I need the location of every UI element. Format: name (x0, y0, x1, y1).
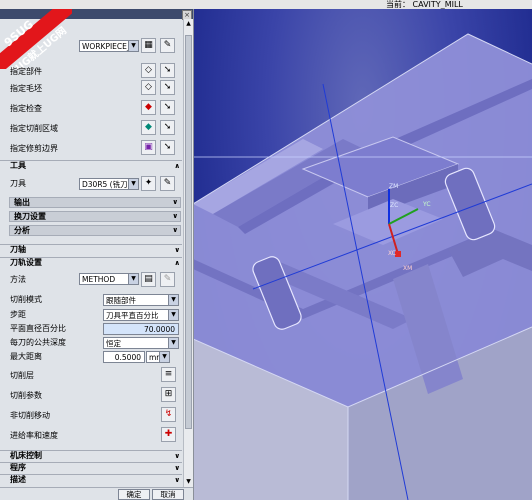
specify-trim-boundary-label: 指定修剪边界 (10, 144, 58, 153)
new-tool-icon[interactable]: ✦ (141, 176, 156, 191)
max-distance-label: 最大距离 (10, 352, 42, 361)
cancel-button[interactable]: 取消 (152, 489, 184, 500)
cut-pattern-select[interactable]: 跟随部件 ▼ (103, 294, 179, 306)
non-cutting-moves-icon[interactable]: ↯ (161, 407, 176, 422)
tool-axis-group-header[interactable]: 刀轴 ∨ (0, 244, 182, 254)
display-trim-boundary-icon[interactable]: ➘ (160, 140, 175, 155)
specify-part-label: 指定部件 (10, 67, 42, 76)
path-settings-group-header[interactable]: 刀轨设置 ∧ (0, 257, 182, 267)
new-geometry-icon[interactable]: ▦ (141, 38, 156, 53)
common-depth-label: 每刀的公共深度 (10, 338, 66, 347)
scroll-down-arrow-icon[interactable]: ▼ (184, 477, 193, 487)
tool-label: 刀具 (10, 179, 26, 188)
specify-check-label: 指定检查 (10, 104, 42, 113)
workpiece-select[interactable]: WORKPIECE_1 ▼ (79, 40, 139, 52)
edit-geometry-icon[interactable]: ✎ (160, 38, 175, 53)
description-group-header[interactable]: 描述 ∨ (0, 474, 182, 484)
dialog-scrollbar[interactable]: ▲ ▼ (183, 19, 193, 487)
max-distance-unit-select[interactable]: mm ▼ (146, 351, 170, 363)
axis-label-xm: XM (403, 265, 413, 272)
cut-pattern-label: 切削模式 (10, 295, 42, 304)
tool-group-header[interactable]: 工具 ∧ (0, 160, 182, 170)
output-section[interactable]: 输出 ∨ (9, 197, 181, 208)
dialog-footer: 确定 取消 (0, 487, 193, 500)
machine-control-group-header[interactable]: 机床控制 ∨ (0, 450, 182, 460)
operation-dialog: × 9SUG 学UG就上UG网 WORKPIECE_1 ▼ ▦ ✎ 指定部件 ◇ … (0, 9, 194, 500)
stepover-label: 步距 (10, 310, 26, 319)
new-method-icon[interactable]: ▤ (141, 272, 156, 287)
axis-label-zc: ZC (390, 202, 399, 209)
graphics-viewport[interactable]: ZM ZC YC XC XM (193, 9, 532, 500)
axis-label-zm: ZM (389, 183, 399, 190)
axis-label-xc: XC (388, 250, 396, 257)
edit-method-icon[interactable]: ✎ (160, 272, 175, 287)
select-part-icon[interactable]: ◇ (141, 63, 156, 78)
edit-tool-icon[interactable]: ✎ (160, 176, 175, 191)
cut-levels-icon[interactable]: ≡ (161, 367, 176, 382)
method-label: 方法 (10, 275, 26, 284)
scroll-up-arrow-icon[interactable]: ▲ (184, 19, 193, 29)
axis-label-yc: YC (423, 201, 431, 208)
stepover-select[interactable]: 刀具平直百分比 ▼ (103, 309, 179, 321)
select-cut-area-icon[interactable]: ◆ (141, 120, 156, 135)
cut-params-icon[interactable]: ⊞ (161, 387, 176, 402)
flat-diameter-percent-label: 平面直径百分比 (10, 324, 66, 333)
non-cutting-moves-label: 非切削移动 (10, 411, 50, 420)
display-part-icon[interactable]: ➘ (160, 63, 175, 78)
specify-blank-label: 指定毛坯 (10, 84, 42, 93)
display-cut-area-icon[interactable]: ➘ (160, 120, 175, 135)
tool-select[interactable]: D30R5 (铣刀-5 ▼ (79, 178, 139, 190)
tool-change-section[interactable]: 换刀设置 ∨ (9, 211, 181, 222)
display-blank-icon[interactable]: ➘ (160, 80, 175, 95)
part-model (193, 33, 532, 500)
ok-button[interactable]: 确定 (118, 489, 150, 500)
select-trim-boundary-icon[interactable]: ▣ (141, 140, 156, 155)
method-select[interactable]: METHOD ▼ (79, 273, 139, 285)
analysis-section[interactable]: 分析 ∨ (9, 225, 181, 236)
flat-diameter-percent-input[interactable]: 70.0000 (103, 323, 179, 335)
select-blank-icon[interactable]: ◇ (141, 80, 156, 95)
max-distance-input[interactable]: 0.5000 (103, 351, 145, 363)
specify-cut-area-label: 指定切削区域 (10, 124, 58, 133)
feeds-speeds-icon[interactable]: ✚ (161, 427, 176, 442)
select-check-icon[interactable]: ◆ (141, 100, 156, 115)
display-check-icon[interactable]: ➘ (160, 100, 175, 115)
common-depth-select[interactable]: 恒定 ▼ (103, 337, 179, 349)
feeds-speeds-label: 进给率和速度 (10, 431, 58, 440)
scroll-thumb[interactable] (185, 35, 192, 429)
cut-levels-label: 切削层 (10, 371, 34, 380)
site-watermark-logo: 9SUG 学UG就上UG网 (0, 9, 72, 69)
cut-params-label: 切削参数 (10, 391, 42, 400)
program-group-header[interactable]: 程序 ∨ (0, 462, 182, 472)
